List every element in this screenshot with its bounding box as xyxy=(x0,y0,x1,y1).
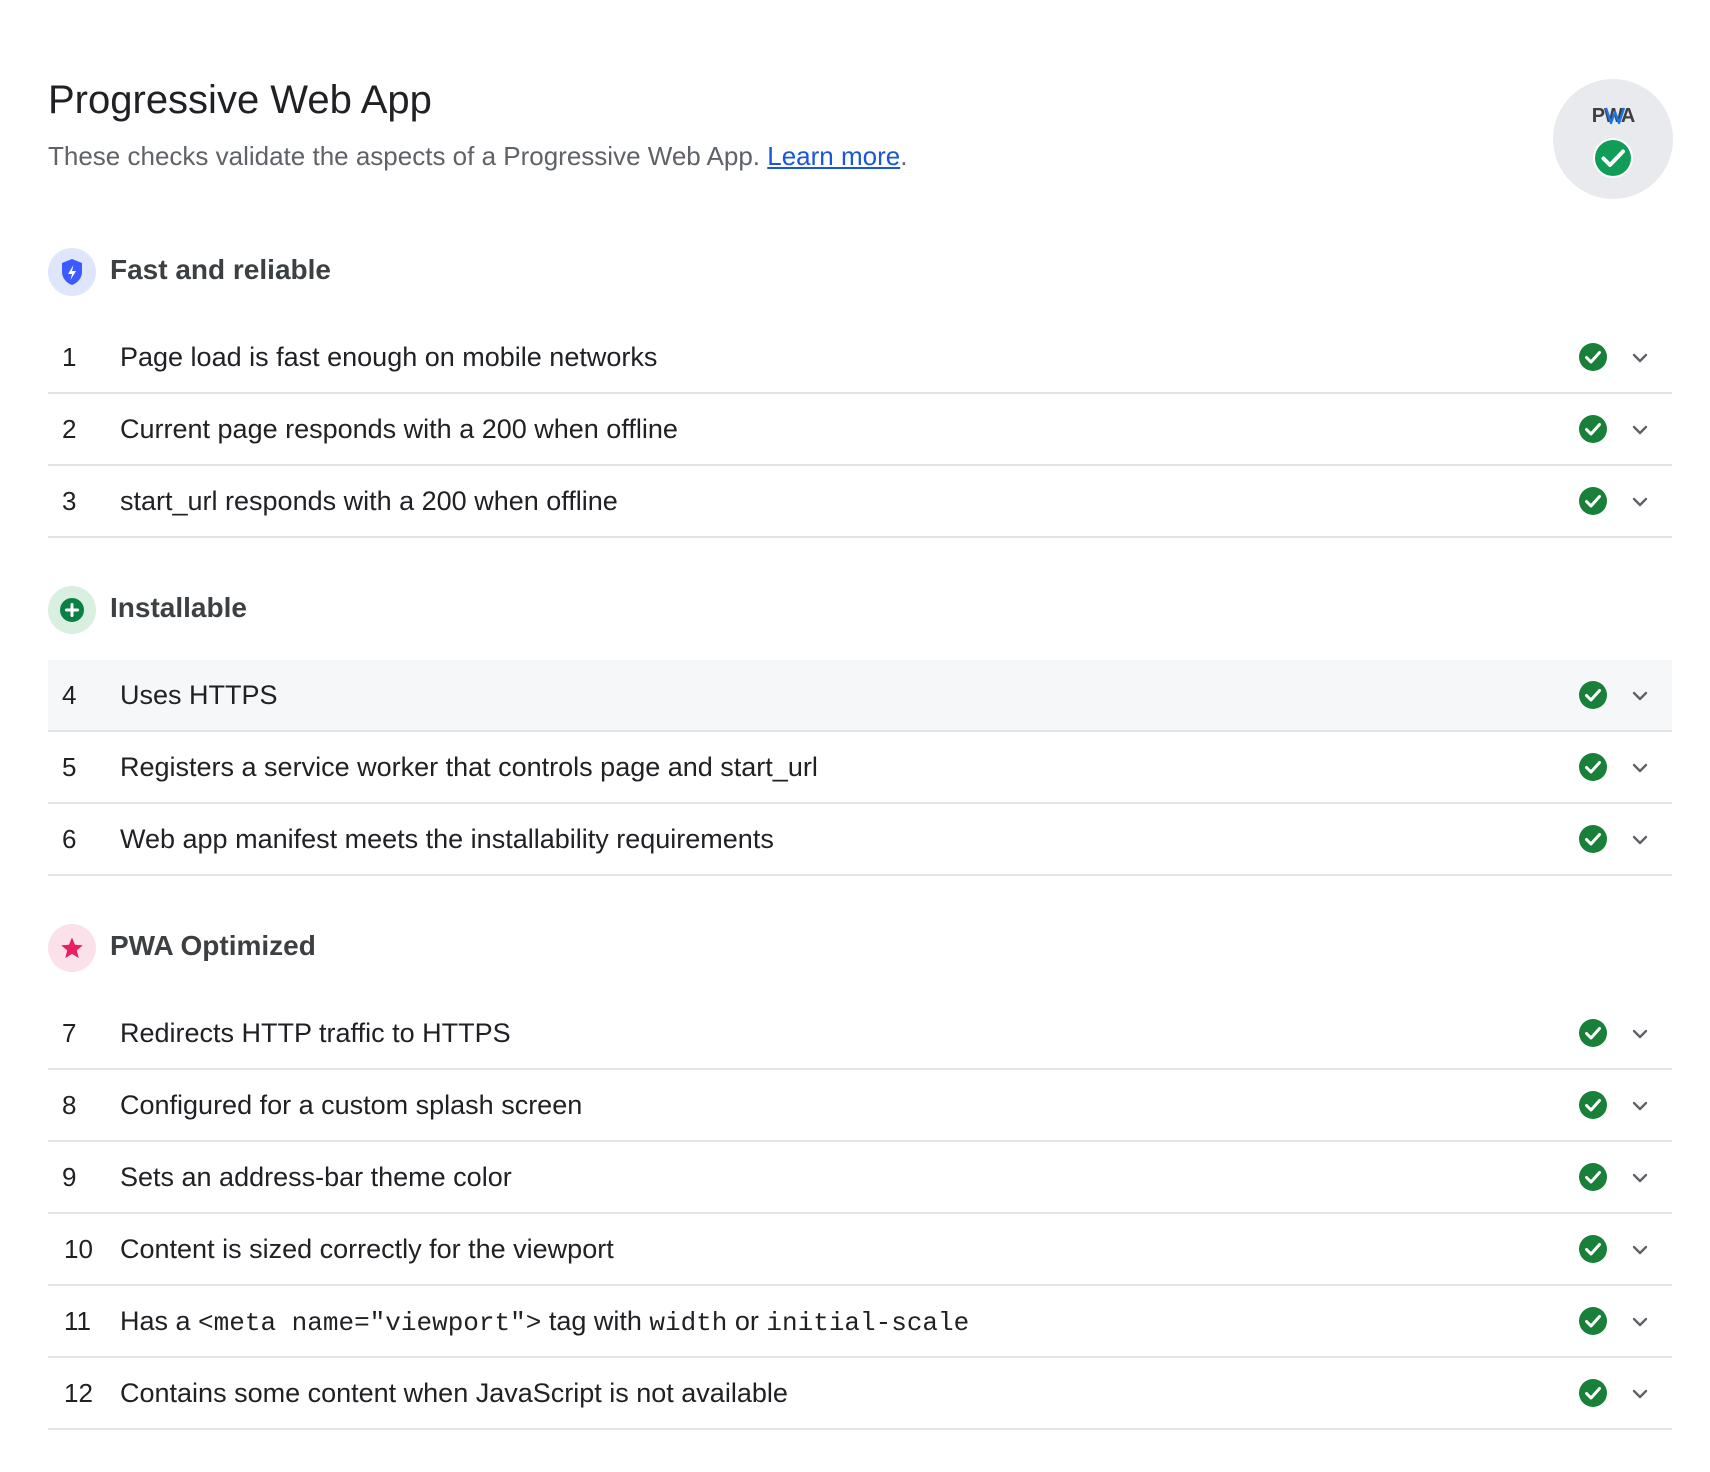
pass-check-icon xyxy=(1579,825,1607,853)
audit-title-prefix: Has a xyxy=(120,1306,199,1336)
pwa-pass-check-icon xyxy=(1593,138,1633,178)
audit-title-or: or xyxy=(727,1306,767,1336)
audit-title: start_url responds with a 200 when offli… xyxy=(120,486,618,516)
pass-check-icon xyxy=(1579,343,1607,371)
audit-row[interactable]: 11 Has a <meta name="viewport"> tag with… xyxy=(48,1286,1672,1358)
pass-check-icon xyxy=(1579,415,1607,443)
audit-row[interactable]: 9 Sets an address-bar theme color xyxy=(48,1142,1672,1214)
audit-index: 4 xyxy=(62,680,77,710)
pass-check-icon xyxy=(1579,1379,1607,1407)
audit-list: 7 Redirects HTTP traffic to HTTPS 8 Conf… xyxy=(48,998,1672,1430)
chevron-down-icon[interactable] xyxy=(1628,490,1652,514)
audit-title: Redirects HTTP traffic to HTTPS xyxy=(120,1018,511,1048)
pass-check-icon xyxy=(1579,1019,1607,1047)
category-header: Progressive Web App These checks validat… xyxy=(48,0,1673,230)
group-installable: Installable 4 Uses HTTPS 5 Registers a s… xyxy=(48,568,1672,876)
audit-index: 7 xyxy=(62,1018,77,1048)
audit-title: Configured for a custom splash screen xyxy=(120,1090,583,1120)
chevron-down-icon[interactable] xyxy=(1628,1382,1652,1406)
chevron-down-icon[interactable] xyxy=(1628,1310,1652,1334)
audit-title: Uses HTTPS xyxy=(120,680,278,710)
meta-viewport-code: <meta name="viewport"> xyxy=(198,1308,542,1338)
learn-more-link[interactable]: Learn more xyxy=(767,141,900,171)
pwa-gauge[interactable]: PWA xyxy=(1553,79,1673,199)
group-fast-and-reliable: Fast and reliable 1 Page load is fast en… xyxy=(48,230,1672,538)
audit-row[interactable]: 6 Web app manifest meets the installabil… xyxy=(48,804,1672,876)
description-text: These checks validate the aspects of a P… xyxy=(48,141,761,171)
audit-row[interactable]: 4 Uses HTTPS xyxy=(48,660,1672,732)
audit-index: 5 xyxy=(62,752,77,782)
description-period: . xyxy=(900,141,908,171)
page-title: Progressive Web App xyxy=(48,78,432,122)
chevron-down-icon[interactable] xyxy=(1628,756,1652,780)
pass-check-icon xyxy=(1579,1307,1607,1335)
chevron-down-icon[interactable] xyxy=(1628,418,1652,442)
initial-scale-code: initial-scale xyxy=(766,1308,970,1338)
group-title: Fast and reliable xyxy=(110,254,331,285)
group-title: PWA Optimized xyxy=(110,930,316,961)
audit-row[interactable]: 7 Redirects HTTP traffic to HTTPS xyxy=(48,998,1672,1070)
category-description: These checks validate the aspects of a P… xyxy=(48,138,907,174)
audit-index: 3 xyxy=(62,486,77,516)
audit-title: Current page responds with a 200 when of… xyxy=(120,414,678,444)
width-code: width xyxy=(649,1308,728,1338)
group-title: Installable xyxy=(110,592,247,623)
audit-list: 4 Uses HTTPS 5 Registers a service worke… xyxy=(48,660,1672,876)
pass-check-icon xyxy=(1579,1235,1607,1263)
star-icon xyxy=(48,924,96,972)
audit-title: Content is sized correctly for the viewp… xyxy=(120,1234,614,1264)
audit-row[interactable]: 3 start_url responds with a 200 when off… xyxy=(48,466,1672,538)
chevron-down-icon[interactable] xyxy=(1628,1238,1652,1262)
audit-index: 11 xyxy=(64,1306,91,1336)
audit-title: Has a <meta name="viewport"> tag with wi… xyxy=(120,1286,969,1358)
audit-index: 12 xyxy=(64,1378,93,1408)
audit-index: 8 xyxy=(62,1090,77,1120)
pass-check-icon xyxy=(1579,681,1607,709)
group-header: Fast and reliable xyxy=(48,230,1672,322)
chevron-down-icon[interactable] xyxy=(1628,346,1652,370)
audit-title: Registers a service worker that controls… xyxy=(120,752,818,782)
audit-row[interactable]: 10 Content is sized correctly for the vi… xyxy=(48,1214,1672,1286)
group-header: Installable xyxy=(48,568,1672,660)
audit-title: Sets an address-bar theme color xyxy=(120,1162,512,1192)
pass-check-icon xyxy=(1579,1163,1607,1191)
audit-row[interactable]: 5 Registers a service worker that contro… xyxy=(48,732,1672,804)
pwa-category: Progressive Web App These checks validat… xyxy=(48,0,1673,1430)
pass-check-icon xyxy=(1579,1091,1607,1119)
pass-check-icon xyxy=(1579,753,1607,781)
audit-title: Web app manifest meets the installabilit… xyxy=(120,824,774,854)
pwa-badge-icon: PWA xyxy=(1592,105,1636,126)
audit-index: 9 xyxy=(62,1162,77,1192)
audit-index: 2 xyxy=(62,414,77,444)
chevron-down-icon[interactable] xyxy=(1628,1166,1652,1190)
chevron-down-icon[interactable] xyxy=(1628,1022,1652,1046)
group-header: PWA Optimized xyxy=(48,906,1672,998)
audit-row[interactable]: 1 Page load is fast enough on mobile net… xyxy=(48,322,1672,394)
group-pwa-optimized: PWA Optimized 7 Redirects HTTP traffic t… xyxy=(48,906,1672,1430)
audit-list: 1 Page load is fast enough on mobile net… xyxy=(48,322,1672,538)
shield-lightning-icon xyxy=(48,248,96,296)
plus-circle-icon xyxy=(48,586,96,634)
audit-index: 1 xyxy=(62,342,77,372)
audit-title-middle: tag with xyxy=(541,1306,650,1336)
audit-row[interactable]: 8 Configured for a custom splash screen xyxy=(48,1070,1672,1142)
pass-check-icon xyxy=(1579,487,1607,515)
audit-title: Page load is fast enough on mobile netwo… xyxy=(120,342,658,372)
audit-index: 10 xyxy=(64,1234,93,1264)
audit-row[interactable]: 12 Contains some content when JavaScript… xyxy=(48,1358,1672,1430)
audit-row[interactable]: 2 Current page responds with a 200 when … xyxy=(48,394,1672,466)
audit-index: 6 xyxy=(62,824,77,854)
chevron-down-icon[interactable] xyxy=(1628,1094,1652,1118)
chevron-down-icon[interactable] xyxy=(1628,828,1652,852)
chevron-down-icon[interactable] xyxy=(1628,684,1652,708)
audit-title: Contains some content when JavaScript is… xyxy=(120,1378,788,1408)
